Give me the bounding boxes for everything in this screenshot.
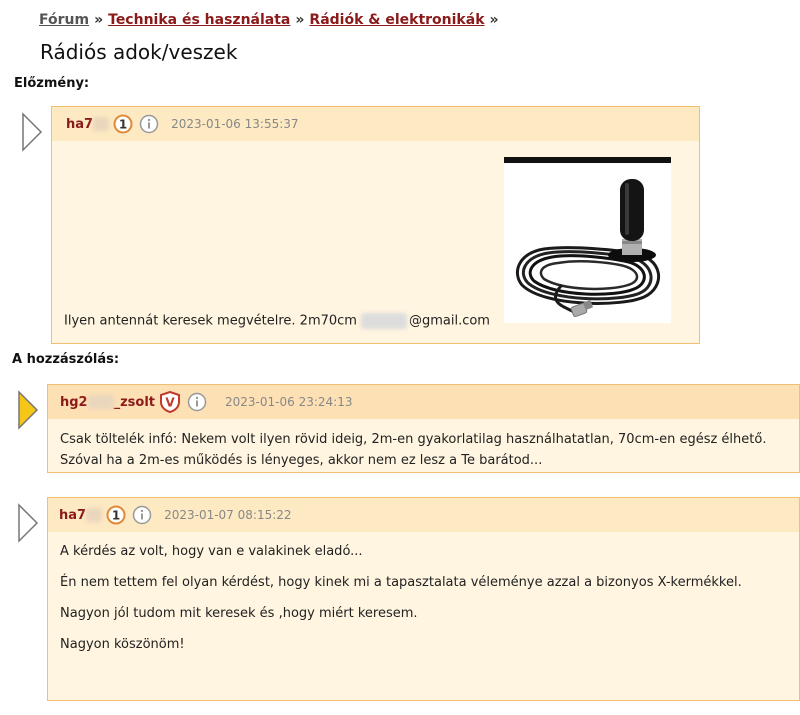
email-domain: @gmail.com [408, 313, 490, 329]
post-paragraph: A kérdés az volt, hogy van e valakinek e… [60, 544, 363, 559]
email-redacted [360, 313, 407, 329]
post-username[interactable]: ha7 [66, 117, 93, 132]
moderator-shield-icon: V [160, 391, 181, 413]
post-arrow-icon[interactable] [21, 112, 43, 152]
rank-badge-icon: 1 [106, 505, 126, 525]
post-header: ha7 1 2023-01-07 08:15:22 [48, 498, 799, 532]
history-section-label: Előzmény: [14, 76, 90, 91]
post-arrow-active-icon[interactable] [17, 390, 39, 430]
breadcrumb-separator: » [94, 12, 104, 28]
badge-text: V [165, 396, 175, 410]
post-username-suffix[interactable]: _zsolt [114, 395, 155, 410]
post-header: hg2 _zsolt V 2023-01-06 23:24:13 [48, 385, 799, 419]
breadcrumb-separator: » [489, 12, 499, 28]
followup-post: ha7 1 2023-01-07 08:15:22 A kérdés az vo… [47, 497, 800, 701]
post-username[interactable]: ha7 [59, 508, 86, 523]
post-body-text: Ilyen antennát keresek megvételre. 2m70c… [64, 313, 490, 329]
breadcrumb: Fórum» Technika és használata» Rádiók & el… [39, 12, 504, 28]
reply-section-label: A hozzászólás: [12, 352, 120, 367]
post-body: A kérdés az volt, hogy van e valakinek e… [48, 532, 799, 676]
info-icon[interactable] [139, 114, 159, 134]
badge-text: 1 [119, 118, 127, 132]
breadcrumb-subcategory-link[interactable]: Rádiók & elektronikák [309, 12, 484, 28]
username-redacted [87, 395, 114, 409]
reply-post: hg2 _zsolt V 2023-01-06 23:24:13 Csak tö… [47, 384, 800, 473]
history-post: ha7 1 2023-01-06 13:55:37 Ilyen antennát… [51, 106, 700, 344]
info-icon[interactable] [187, 392, 207, 412]
post-body: Csak töltelék infó: Nekem volt ilyen röv… [48, 419, 799, 481]
username-redacted [93, 117, 110, 131]
post-timestamp: 2023-01-06 23:24:13 [225, 395, 353, 409]
post-arrow-icon[interactable] [17, 503, 39, 543]
breadcrumb-category-link[interactable]: Technika és használata [108, 12, 290, 28]
post-timestamp: 2023-01-07 08:15:22 [164, 508, 292, 522]
post-body: Ilyen antennát keresek megvételre. 2m70c… [52, 141, 699, 343]
badge-text: 1 [112, 509, 120, 523]
info-icon[interactable] [132, 505, 152, 525]
post-paragraph: Nagyon jól tudom mit keresek és ,hogy mi… [60, 606, 418, 621]
rank-badge-icon: 1 [113, 114, 133, 134]
breadcrumb-forum-link[interactable]: Fórum [39, 12, 89, 28]
antenna-image[interactable] [504, 157, 671, 323]
post-header: ha7 1 2023-01-06 13:55:37 [52, 107, 699, 141]
post-paragraph: Én nem tettem fel olyan kérdést, hogy ki… [60, 575, 742, 590]
page-title: Rádiós adok/veszek [40, 40, 238, 64]
post-username[interactable]: hg2 [60, 395, 88, 410]
post-text-line: Csak töltelék infó: Nekem volt ilyen röv… [60, 432, 767, 447]
breadcrumb-separator: » [295, 12, 305, 28]
post-timestamp: 2023-01-06 13:55:37 [171, 117, 299, 131]
post-text: Ilyen antennát keresek megvételre. 2m70c… [64, 313, 357, 329]
username-redacted [86, 508, 103, 522]
post-text-line: Szóval ha a 2m-es működés is lényeges, a… [60, 453, 543, 468]
post-paragraph: Nagyon köszönöm! [60, 637, 185, 652]
